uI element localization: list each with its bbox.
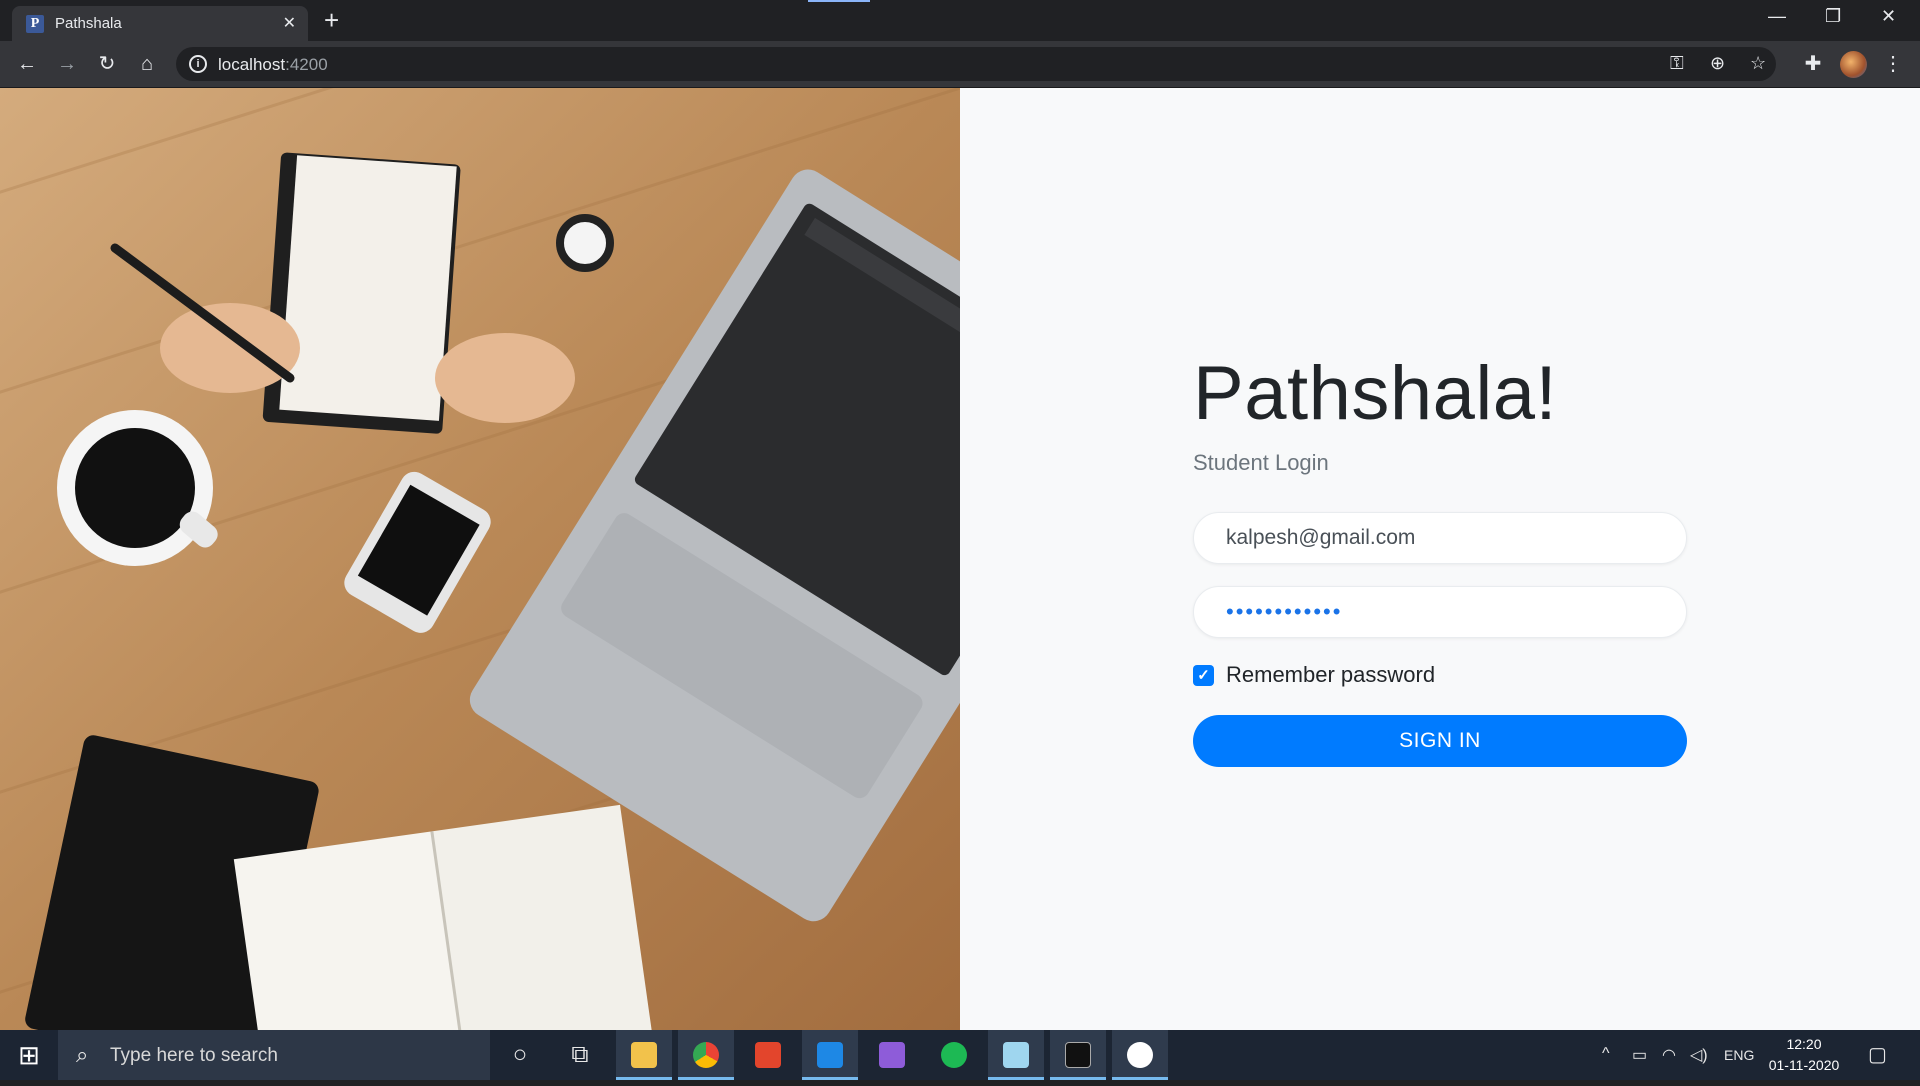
profile-avatar[interactable]: [1840, 51, 1867, 78]
remember-label[interactable]: Remember password: [1226, 662, 1435, 688]
password-field-wrapper: [1193, 586, 1687, 638]
clock-date: 01-11-2020: [1768, 1057, 1840, 1073]
spotify-icon[interactable]: [926, 1030, 982, 1080]
taskbar-clock[interactable]: 12:20 01-11-2020: [1762, 1034, 1846, 1076]
search-icon: ⌕: [76, 1042, 89, 1067]
language-indicator[interactable]: ENG: [1724, 1047, 1754, 1063]
windows-start-icon[interactable]: ⊞: [0, 1030, 58, 1080]
chrome-icon[interactable]: [678, 1030, 734, 1080]
vscode-icon[interactable]: [802, 1030, 858, 1080]
windows-taskbar: ⊞ ⌕ Type here to search ○ ⧉ ^ ▭ ◠ ◁) ENG…: [0, 1030, 1920, 1080]
visual-studio-icon[interactable]: [864, 1030, 920, 1080]
browser-toolbar: ← → ↻ ⌂ i localhost:4200 ⚿ ⊕ ☆ ✚ ⋮: [0, 41, 1920, 88]
clock-time: 12:20: [1786, 1036, 1822, 1052]
login-subtitle: Student Login: [1193, 450, 1329, 475]
bookmark-star-icon[interactable]: ☆: [1750, 53, 1766, 74]
minimize-icon[interactable]: —: [1768, 6, 1786, 27]
address-bar[interactable]: i localhost:4200 ⚿ ⊕ ☆: [176, 47, 1776, 81]
sign-in-button[interactable]: SIGN IN: [1193, 715, 1687, 767]
email-field-wrapper: [1193, 512, 1687, 564]
browser-tab[interactable]: P Pathshala ✕: [12, 6, 308, 41]
app-brand-title: Pathshala!: [1193, 351, 1558, 436]
tab-title: Pathshala: [55, 15, 122, 32]
remember-password-row: ✓ Remember password: [1193, 662, 1435, 688]
site-info-icon[interactable]: i: [189, 55, 207, 73]
browser-tab-strip: P Pathshala ✕ + — ❐ ✕: [0, 0, 1920, 41]
menu-icon[interactable]: ⋮: [1880, 51, 1906, 77]
volume-icon[interactable]: ◁): [1690, 1045, 1708, 1065]
taskbar-search-box[interactable]: ⌕ Type here to search: [58, 1030, 490, 1080]
task-view-icon[interactable]: ⧉: [552, 1030, 608, 1080]
forward-icon[interactable]: →: [54, 51, 80, 77]
email-field[interactable]: [1194, 513, 1686, 563]
password-field[interactable]: [1194, 587, 1686, 637]
battery-icon[interactable]: ▭: [1632, 1045, 1647, 1065]
back-icon[interactable]: ←: [14, 51, 40, 77]
restore-icon[interactable]: ❐: [1825, 6, 1841, 27]
remember-checkbox[interactable]: ✓: [1193, 664, 1214, 686]
close-window-icon[interactable]: ✕: [1881, 6, 1896, 27]
taskbar-search-placeholder: Type here to search: [110, 1045, 278, 1066]
hero-image: [0, 88, 960, 1030]
notepad-icon[interactable]: [988, 1030, 1044, 1080]
mongodb-compass-icon[interactable]: [1112, 1030, 1168, 1080]
home-icon[interactable]: ⌂: [134, 51, 160, 77]
tab-close-icon[interactable]: ✕: [283, 13, 296, 33]
key-icon[interactable]: ⚿: [1670, 53, 1684, 74]
url-text[interactable]: localhost:4200: [218, 55, 328, 75]
extensions-icon[interactable]: ✚: [1800, 51, 1826, 77]
cortana-icon[interactable]: ○: [492, 1030, 548, 1080]
terminal-icon[interactable]: [1050, 1030, 1106, 1080]
new-tab-icon[interactable]: +: [324, 6, 339, 34]
notifications-icon[interactable]: ▢: [1868, 1042, 1887, 1067]
file-explorer-icon[interactable]: [616, 1030, 672, 1080]
reload-icon[interactable]: ↻: [94, 51, 120, 77]
wifi-icon[interactable]: ◠: [1662, 1045, 1676, 1065]
tray-expand-icon[interactable]: ^: [1602, 1045, 1610, 1063]
loading-indicator: [808, 0, 870, 2]
zoom-icon[interactable]: ⊕: [1710, 53, 1725, 74]
login-page: Pathshala! Student Login ✓ Remember pass…: [0, 88, 1920, 1030]
favicon-icon: P: [26, 15, 44, 33]
office-icon[interactable]: [740, 1030, 796, 1080]
